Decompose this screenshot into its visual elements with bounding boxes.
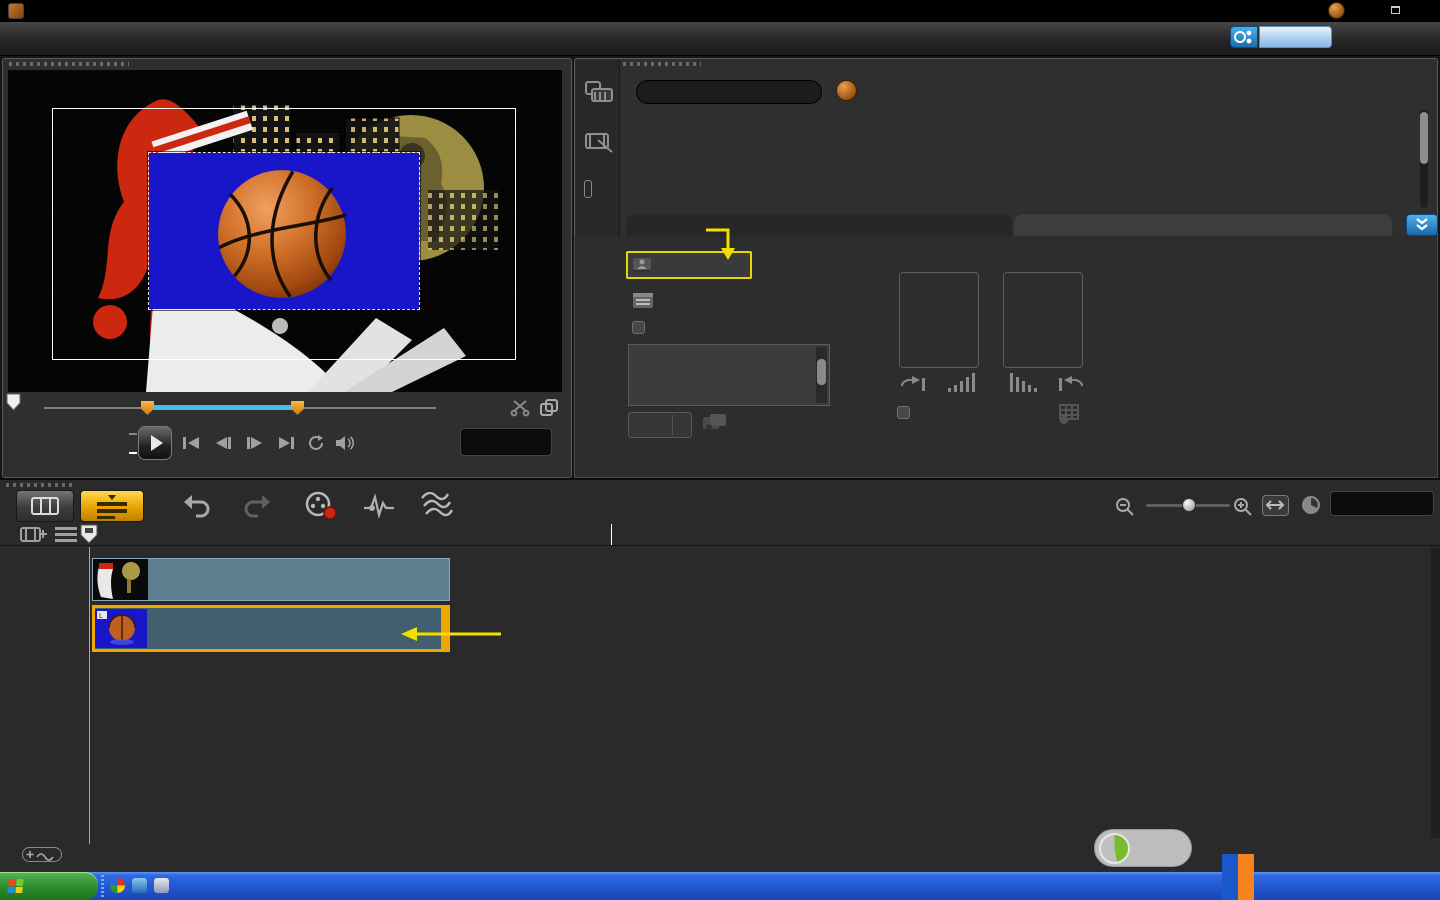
playhead-grabber[interactable] [80, 524, 98, 544]
svg-text:L: L [99, 613, 103, 620]
drag-upload-button[interactable] [1259, 26, 1332, 48]
preview-timecode[interactable] [460, 428, 552, 456]
enlarge-preview-icon[interactable] [539, 398, 559, 418]
go-end-button[interactable] [276, 435, 298, 451]
filter-list-scrollbar[interactable] [816, 347, 827, 403]
go-start-button[interactable] [180, 435, 202, 451]
split-clip-icon[interactable] [510, 399, 530, 417]
fade-in-style-icon[interactable] [946, 372, 976, 394]
add-track-button[interactable] [22, 847, 62, 862]
fade-out-style-icon[interactable] [1008, 372, 1038, 394]
collapse-panel-button[interactable] [1406, 214, 1438, 236]
down-cc-watermark [1222, 854, 1254, 900]
playhead-line[interactable] [89, 547, 90, 844]
show-grid-row [897, 406, 919, 419]
scrub-selection[interactable] [148, 405, 298, 410]
next-frame-button[interactable] [244, 435, 266, 451]
enter-direction-group [899, 272, 979, 368]
mode-tick-sel [129, 452, 137, 454]
timeline-vertical-scrollbar[interactable] [1431, 548, 1440, 838]
title-bar [0, 0, 1440, 22]
timeline-timecode[interactable] [1330, 491, 1434, 516]
corel-guide-icon[interactable] [1328, 2, 1345, 19]
mode-tick [129, 433, 137, 435]
windows-logo-icon [7, 879, 24, 893]
ruler-marker-line [611, 524, 612, 545]
app-icon [8, 3, 24, 19]
grid-settings-icon[interactable] [1056, 402, 1082, 426]
timeline-view-button[interactable] [80, 490, 144, 522]
rotate-in-style-icon[interactable] [898, 372, 928, 394]
preset-dropdown[interactable] [628, 412, 692, 438]
customize-filter-icon [702, 413, 728, 433]
sound-mixer-icon[interactable] [362, 492, 396, 520]
show-grid-checkbox[interactable] [897, 406, 910, 419]
zoom-in-icon[interactable] [1232, 496, 1254, 518]
undo-button[interactable] [182, 492, 212, 520]
track-list-icon[interactable] [54, 526, 78, 543]
applied-filter-list[interactable] [628, 344, 830, 406]
track-manager-icon[interactable] [20, 526, 47, 543]
close-button[interactable] [1412, 2, 1438, 19]
clip-2jpg[interactable] [92, 558, 450, 601]
volume-button[interactable] [334, 434, 356, 452]
record-capture-icon[interactable] [302, 490, 340, 522]
repeat-button[interactable] [306, 434, 326, 452]
minimize-button[interactable] [1352, 2, 1378, 19]
duration-clock-icon[interactable] [1300, 494, 1322, 516]
zoom-slider-handle[interactable] [1182, 498, 1196, 512]
quicklaunch-desktop-icon[interactable] [154, 878, 169, 893]
alignment-options-button[interactable] [632, 292, 662, 309]
clip-uvs-bmp[interactable]: L [92, 605, 450, 652]
annotation-step1-arrow [401, 626, 501, 642]
fit-project-button[interactable] [1262, 495, 1289, 516]
taskbar-separator [101, 875, 104, 897]
instant-project-icon[interactable] [584, 130, 614, 154]
alignment-icon [632, 292, 654, 309]
memory-pie [1099, 833, 1130, 864]
zoom-out-icon[interactable] [1114, 496, 1136, 518]
tab-edit[interactable] [626, 214, 1012, 236]
restore-button[interactable] [1382, 2, 1408, 19]
quicklaunch-media-icon[interactable] [110, 878, 125, 893]
tab-attributes[interactable] [1014, 214, 1392, 236]
play-button[interactable] [138, 426, 172, 460]
customize-filter-button[interactable] [702, 413, 736, 433]
panel-grip [9, 62, 129, 66]
net-speed-widget[interactable] [1094, 829, 1192, 867]
clip-thumbnail [93, 559, 148, 600]
restore-icon [1391, 6, 1400, 14]
library-scrollbar[interactable] [1420, 110, 1428, 208]
redo-button[interactable] [242, 492, 272, 520]
rotate-out-style-icon[interactable] [1056, 372, 1086, 394]
quicklaunch-ie-icon[interactable] [132, 878, 147, 893]
library-grid-row2 [644, 196, 1404, 211]
transition-icon[interactable] [584, 180, 592, 198]
mask-icon [632, 257, 652, 273]
home-marker[interactable] [6, 393, 21, 411]
annotation-step2-arrow [704, 224, 740, 262]
replace-filter-checkbox[interactable] [632, 321, 645, 334]
prev-frame-button[interactable] [212, 435, 234, 451]
scrollbar-thumb[interactable] [1420, 112, 1428, 164]
storyboard-view-button[interactable] [16, 490, 74, 522]
media-library-icon[interactable] [584, 80, 614, 104]
timeline-ruler[interactable] [0, 524, 1440, 546]
menu-bar [0, 22, 1440, 56]
clip-thumbnail: L [95, 609, 147, 648]
replace-filter-row [632, 321, 654, 334]
share-upload-icon[interactable] [1230, 26, 1258, 48]
gallery-manager-icon[interactable] [836, 80, 857, 101]
exit-direction-group [1003, 272, 1083, 368]
basketball-image [214, 166, 350, 302]
gallery-filter-dropdown[interactable] [636, 80, 822, 104]
application-window: L [0, 0, 1440, 900]
start-button[interactable] [0, 872, 98, 900]
panel-grip [6, 483, 76, 487]
ripple-edit-icon[interactable] [420, 492, 454, 520]
